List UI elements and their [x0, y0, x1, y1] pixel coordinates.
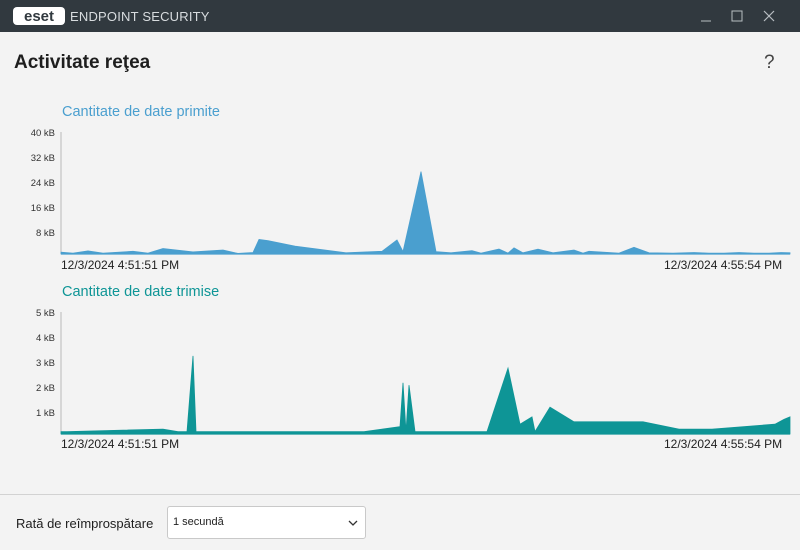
title-bar: eset ENDPOINT SECURITY	[0, 0, 800, 32]
received-data-chart: 40 kB 32 kB 24 kB 16 kB 8 kB	[31, 128, 791, 255]
refresh-rate-select[interactable]: 1 secundă	[167, 506, 366, 539]
received-start-time: 12/3/2024 4:51:51 PM	[61, 258, 180, 272]
y-tick-label: 32 kB	[31, 153, 55, 164]
bottom-bar: Rată de reîmprospătare 1 secundă	[0, 494, 800, 550]
app-title: ENDPOINT SECURITY	[70, 9, 210, 24]
received-chart-title: Cantitate de date primite	[62, 104, 220, 120]
y-tick-label: 40 kB	[31, 128, 55, 139]
sent-start-time: 12/3/2024 4:51:51 PM	[61, 437, 180, 451]
refresh-rate-label: Rată de reîmprospătare	[16, 516, 154, 531]
close-icon	[763, 10, 775, 22]
close-button[interactable]	[757, 4, 781, 28]
y-tick-label: 8 kB	[36, 228, 55, 239]
y-tick-label: 4 kB	[36, 333, 55, 344]
y-tick-label: 1 kB	[36, 408, 55, 419]
received-end-time: 12/3/2024 4:55:54 PM	[664, 258, 783, 272]
y-tick-label: 5 kB	[36, 308, 55, 319]
maximize-button[interactable]	[725, 4, 749, 28]
refresh-rate-value: 1 secundă	[173, 516, 224, 528]
y-tick-label: 2 kB	[36, 383, 55, 394]
y-tick-label: 3 kB	[36, 358, 55, 369]
series-area	[60, 171, 791, 255]
minimize-button[interactable]	[694, 4, 718, 28]
series-area	[60, 355, 791, 435]
y-tick-label: 24 kB	[31, 178, 55, 189]
minimize-icon	[701, 20, 711, 22]
logo-text: eset	[24, 8, 54, 25]
maximize-icon	[731, 10, 743, 22]
sent-end-time: 12/3/2024 4:55:54 PM	[664, 437, 783, 451]
sent-data-chart: 5 kB 4 kB 3 kB 2 kB 1 kB	[36, 308, 791, 435]
eset-logo: eset	[13, 7, 65, 25]
y-tick-label: 16 kB	[31, 203, 55, 214]
page-title: Activitate reţea	[14, 52, 151, 73]
chevron-down-icon	[348, 520, 358, 526]
sent-chart-title: Cantitate de date trimise	[62, 284, 220, 300]
help-icon[interactable]: ?	[764, 52, 775, 74]
